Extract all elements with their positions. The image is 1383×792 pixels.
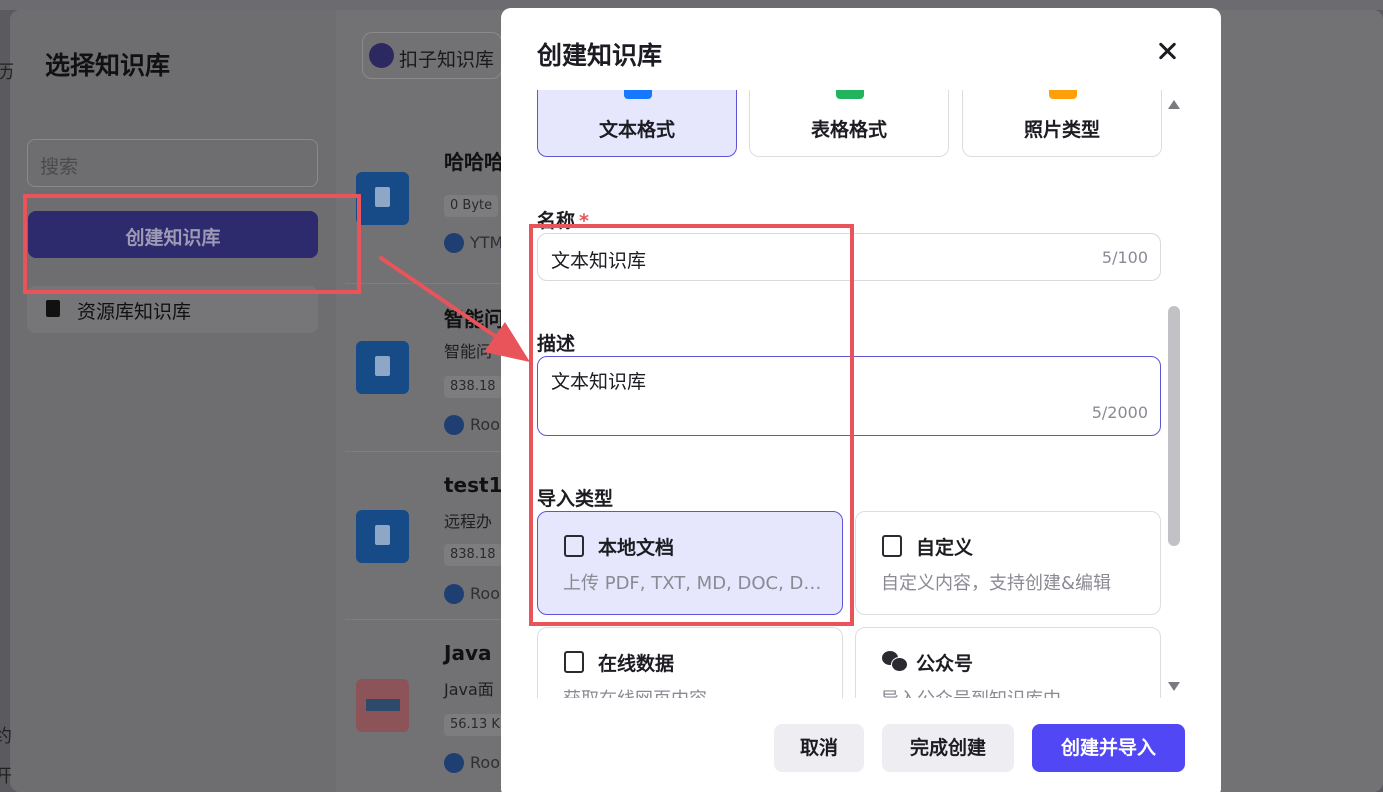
user-icon <box>444 584 464 604</box>
item-name: 哈哈哈 <box>444 150 504 174</box>
item-description: Java面 <box>444 680 494 699</box>
item-size-badge: 56.13 K <box>444 714 506 736</box>
image-orange-icon <box>1049 90 1077 99</box>
annotation-highlight-form-fields <box>529 224 854 626</box>
search-input[interactable]: 搜索 <box>27 139 318 187</box>
import-option-wechat[interactable]: 公众号 导入公众号到知识库中 <box>855 627 1161 698</box>
format-label: 文本格式 <box>598 119 675 141</box>
list-item[interactable]: 哈哈哈 0 Byte YTM <box>345 116 505 284</box>
list-item[interactable]: Java Java面 56.13 K Roo <box>345 620 506 788</box>
finish-create-button[interactable]: 完成创建 <box>882 724 1014 772</box>
modal-title: 创建知识库 <box>537 41 663 70</box>
sidebar-item-label: 资源库知识库 <box>77 301 192 323</box>
item-description: 远程办 <box>444 512 493 531</box>
create-and-import-button[interactable]: 创建并导入 <box>1032 724 1185 772</box>
option-subtitle: 获取在线网页内容 <box>563 685 825 698</box>
doc-blue-icon <box>624 90 652 99</box>
scroll-down-arrow-icon[interactable] <box>1168 682 1180 691</box>
name-char-counter: 5/100 <box>1101 248 1148 267</box>
user-icon <box>444 233 464 253</box>
modal-footer: 取消 完成创建 创建并导入 <box>501 698 1221 792</box>
option-subtitle: 导入公众号到知识库中 <box>881 685 1143 698</box>
item-size-badge: 838.18 <box>444 376 502 398</box>
annotation-highlight-create-button <box>23 194 361 294</box>
item-owner: Roo <box>470 415 500 434</box>
scrollbar-thumb[interactable] <box>1168 306 1180 546</box>
left-edge-glyph: 约 <box>0 726 12 747</box>
document-icon <box>356 172 409 225</box>
user-icon <box>444 753 464 773</box>
import-option-online-data[interactable]: 在线数据 获取在线网页内容 <box>537 627 843 698</box>
scroll-up-arrow-icon[interactable] <box>1168 100 1180 109</box>
list-item[interactable]: 智能问 智能问 838.18 Roo <box>345 284 505 452</box>
format-label: 表格格式 <box>810 119 887 141</box>
item-name: 智能问 <box>444 307 504 331</box>
knowledge-sidebar: 选择知识库 搜索 创建知识库 资源库知识库 <box>10 10 336 792</box>
item-size-badge: 0 Byte <box>444 195 499 217</box>
knowledge-source-chip[interactable]: 扣子知识库 <box>362 32 502 79</box>
left-edge-glyph: 历 <box>0 62 14 83</box>
option-title: 自定义 <box>916 537 974 559</box>
wechat-icon <box>882 651 908 672</box>
document-icon <box>356 510 409 563</box>
format-card-table[interactable]: 表格格式 <box>749 90 949 157</box>
java-book-icon <box>356 679 409 732</box>
bot-avatar-icon <box>369 43 394 68</box>
format-card-text[interactable]: 文本格式 <box>537 90 737 157</box>
web-data-icon <box>564 651 584 673</box>
option-subtitle: 自定义内容，支持创建&编辑 <box>881 573 1112 594</box>
format-label: 照片类型 <box>1023 119 1100 141</box>
book-icon <box>46 300 60 317</box>
item-owner: YTM <box>470 233 504 252</box>
item-description: 智能问 <box>444 342 493 361</box>
item-owner: Roo <box>470 584 500 603</box>
item-name: Java <box>444 641 492 665</box>
description-char-counter: 5/2000 <box>1091 403 1148 422</box>
chip-label: 扣子知识库 <box>399 49 495 71</box>
close-icon[interactable] <box>1151 36 1183 68</box>
search-placeholder: 搜索 <box>40 156 79 178</box>
import-option-custom[interactable]: 自定义 自定义内容，支持创建&编辑 <box>855 511 1161 615</box>
list-item[interactable]: test1 远程办 838.18 Roo <box>345 452 505 620</box>
user-icon <box>444 415 464 435</box>
dialog-title: 选择知识库 <box>45 51 171 80</box>
item-owner: Roo <box>470 753 500 772</box>
left-edge-glyph: 开 <box>0 766 12 787</box>
edit-doc-icon <box>882 535 902 557</box>
item-name: test1 <box>444 473 503 497</box>
table-green-icon <box>836 90 864 99</box>
item-size-badge: 838.18 <box>444 544 502 566</box>
option-title: 公众号 <box>916 653 974 675</box>
format-card-image[interactable]: 照片类型 <box>962 90 1162 157</box>
cancel-button[interactable]: 取消 <box>774 724 864 772</box>
option-title: 在线数据 <box>598 653 675 675</box>
document-icon <box>356 341 409 394</box>
